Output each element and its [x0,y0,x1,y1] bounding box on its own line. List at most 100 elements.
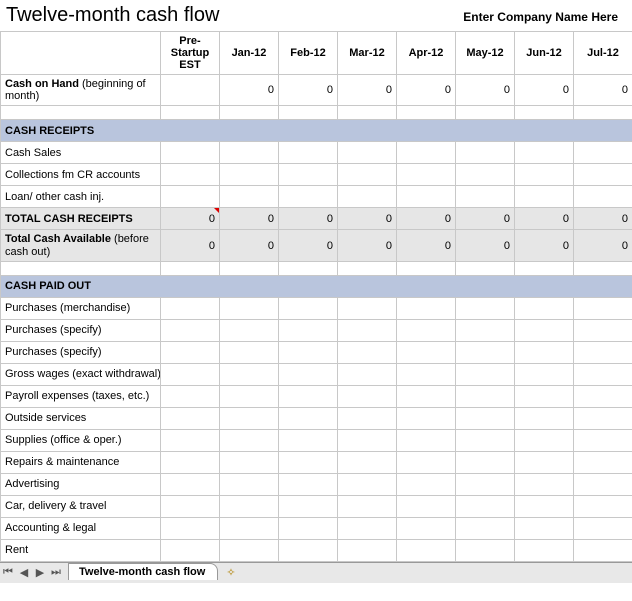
data-cell[interactable] [161,385,220,407]
data-cell[interactable] [515,297,574,319]
data-cell[interactable] [574,473,632,495]
data-cell[interactable]: 0 [397,208,456,230]
data-cell[interactable] [161,517,220,539]
data-cell[interactable] [456,319,515,341]
data-cell[interactable] [397,385,456,407]
data-cell[interactable] [515,451,574,473]
data-cell[interactable] [279,341,338,363]
data-cell[interactable] [397,429,456,451]
data-cell[interactable] [220,297,279,319]
data-cell[interactable] [279,539,338,561]
data-cell[interactable] [161,75,220,106]
data-cell[interactable] [338,363,397,385]
data-cell[interactable] [515,539,574,561]
data-cell[interactable] [456,495,515,517]
data-cell[interactable] [161,495,220,517]
data-cell[interactable]: 0 [220,230,279,261]
data-cell[interactable] [574,341,632,363]
data-cell[interactable] [279,429,338,451]
data-cell[interactable] [220,341,279,363]
data-cell[interactable] [574,451,632,473]
data-cell[interactable] [338,473,397,495]
data-cell[interactable] [574,164,632,186]
data-cell[interactable] [574,517,632,539]
data-cell[interactable] [574,142,632,164]
data-cell[interactable] [397,363,456,385]
data-cell[interactable] [515,429,574,451]
data-cell[interactable] [574,363,632,385]
data-cell[interactable] [220,407,279,429]
data-cell[interactable]: 0 [574,75,632,106]
data-cell[interactable] [515,407,574,429]
data-cell[interactable] [456,429,515,451]
data-cell[interactable] [161,341,220,363]
data-cell[interactable] [397,186,456,208]
data-cell[interactable] [279,517,338,539]
data-cell[interactable]: 0 [515,75,574,106]
data-cell[interactable] [397,319,456,341]
company-name[interactable]: Enter Company Name Here [463,10,618,24]
data-cell[interactable] [515,473,574,495]
data-cell[interactable] [220,186,279,208]
data-cell[interactable] [279,186,338,208]
data-cell[interactable] [220,164,279,186]
data-cell[interactable] [279,319,338,341]
data-cell[interactable] [338,319,397,341]
data-cell[interactable] [397,495,456,517]
data-cell[interactable] [456,142,515,164]
data-cell[interactable] [515,517,574,539]
data-cell[interactable] [456,164,515,186]
data-cell[interactable] [220,451,279,473]
data-cell[interactable] [279,451,338,473]
data-cell[interactable] [515,164,574,186]
data-cell[interactable] [220,363,279,385]
data-cell[interactable] [574,495,632,517]
data-cell[interactable] [338,164,397,186]
data-cell[interactable] [397,341,456,363]
data-cell[interactable] [338,495,397,517]
data-cell[interactable] [338,517,397,539]
data-cell[interactable] [338,429,397,451]
data-cell[interactable]: 0 [161,230,220,261]
data-cell[interactable] [279,363,338,385]
data-cell[interactable] [220,473,279,495]
data-cell[interactable] [397,473,456,495]
data-cell[interactable] [397,407,456,429]
data-cell[interactable] [220,517,279,539]
data-cell[interactable] [338,341,397,363]
new-sheet-icon[interactable]: ✧ [226,566,235,579]
data-cell[interactable] [456,539,515,561]
data-cell[interactable] [397,539,456,561]
data-cell[interactable] [161,429,220,451]
data-cell[interactable] [161,319,220,341]
data-cell[interactable] [456,517,515,539]
data-cell[interactable] [338,385,397,407]
data-cell[interactable]: 0 [574,230,632,261]
data-cell[interactable] [456,363,515,385]
data-cell[interactable] [220,429,279,451]
data-cell[interactable] [161,539,220,561]
data-cell[interactable]: 0 [279,75,338,106]
data-cell[interactable] [397,164,456,186]
data-cell[interactable] [220,539,279,561]
data-cell[interactable]: 0 [456,75,515,106]
data-cell[interactable] [397,297,456,319]
data-cell[interactable] [574,186,632,208]
data-cell[interactable] [161,473,220,495]
data-cell[interactable]: 0 [220,208,279,230]
data-cell[interactable] [338,451,397,473]
data-cell[interactable] [456,385,515,407]
data-cell[interactable] [515,385,574,407]
data-cell[interactable]: 0 [456,208,515,230]
data-cell[interactable] [338,186,397,208]
data-cell[interactable] [574,539,632,561]
data-cell[interactable] [161,451,220,473]
data-cell[interactable] [338,539,397,561]
data-cell[interactable]: 0 [515,208,574,230]
data-cell[interactable]: 0 [397,230,456,261]
data-cell[interactable] [456,186,515,208]
data-cell[interactable]: 0 [456,230,515,261]
data-cell[interactable] [279,473,338,495]
data-cell[interactable] [515,319,574,341]
data-cell[interactable] [220,142,279,164]
